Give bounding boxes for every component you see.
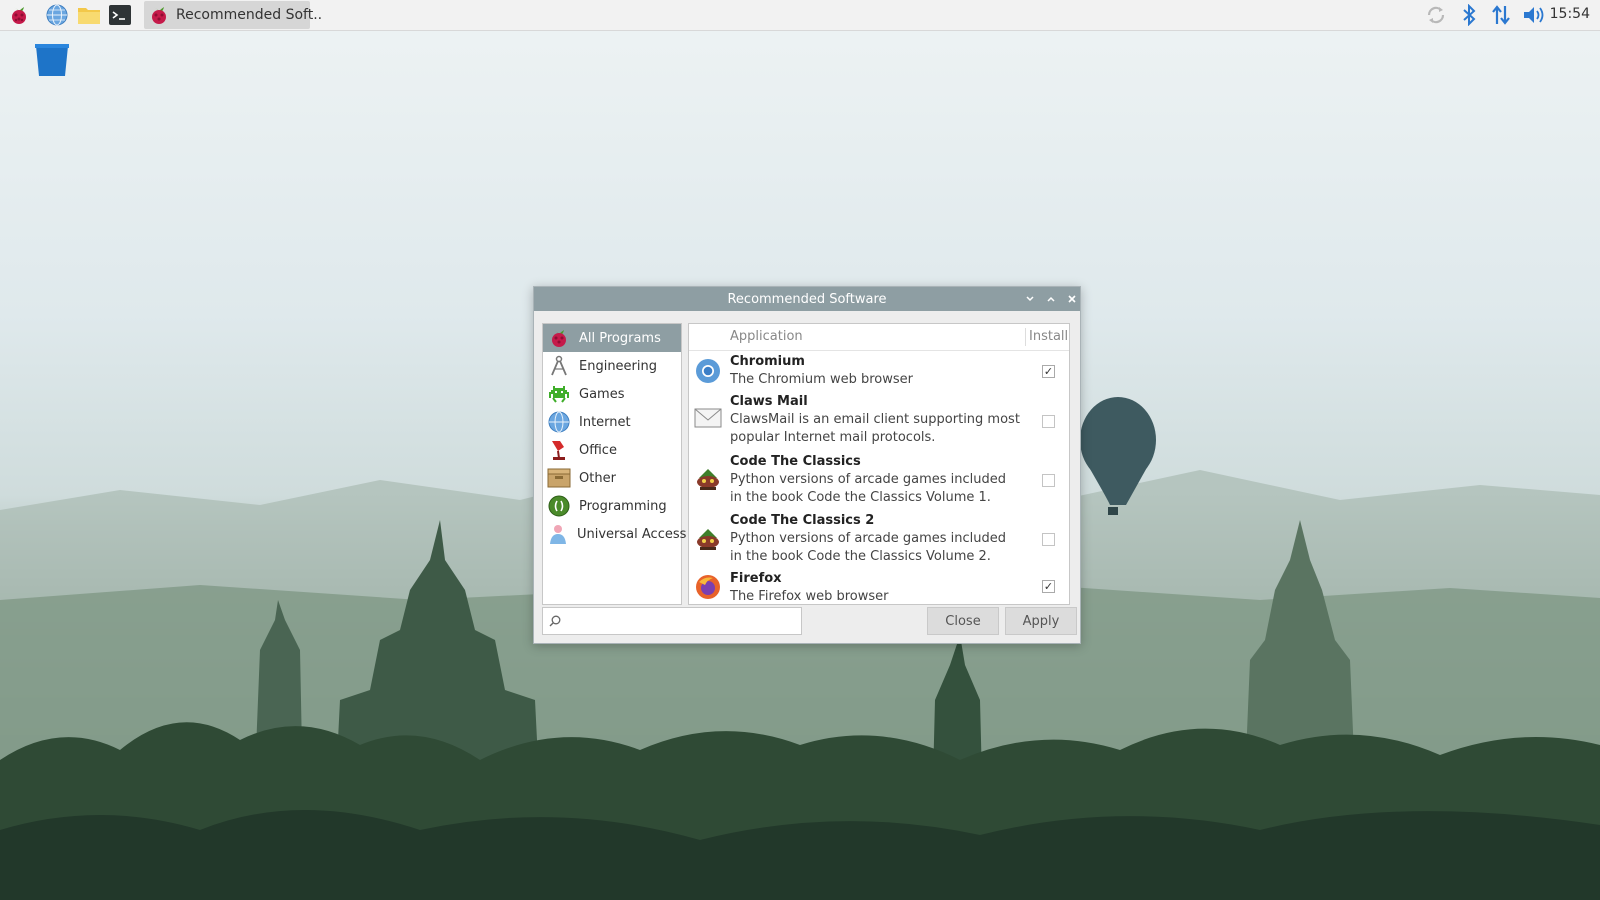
category-programming[interactable]: Programming — [543, 492, 681, 520]
search-box — [542, 607, 802, 635]
window-title: Recommended Software — [727, 291, 887, 307]
update-icon — [1427, 6, 1445, 24]
code-classics-icon — [694, 465, 722, 493]
app-name: Code The Classics — [730, 454, 861, 469]
code-classics-icon — [694, 525, 722, 553]
category-label: Office — [579, 442, 617, 458]
volume-button[interactable] — [1522, 3, 1546, 27]
category-label: Internet — [579, 414, 631, 430]
app-name: Claws Mail — [730, 394, 808, 409]
invader-icon — [547, 382, 571, 406]
folder-icon — [78, 8, 100, 24]
list-item-code-the-classics-2[interactable]: Code The Classics 2 Python versions of a… — [689, 511, 1069, 571]
close-button[interactable]: Close — [927, 607, 999, 635]
category-engineering[interactable]: Engineering — [543, 352, 681, 380]
category-universal-access[interactable]: Universal Access — [543, 520, 686, 548]
category-label: Universal Access — [577, 526, 687, 542]
application-list-header: Application Install — [689, 324, 1069, 351]
category-internet[interactable]: Internet — [543, 408, 681, 436]
programming-icon — [547, 494, 571, 518]
list-item-firefox[interactable]: Firefox The Firefox web browser ✓ — [689, 571, 1069, 604]
list-item-code-the-classics[interactable]: Code The Classics Python versions of arc… — [689, 451, 1069, 511]
chevron-down-icon — [1026, 296, 1034, 302]
taskbar-item-recommended-software[interactable]: Recommended Soft.. — [144, 1, 322, 29]
search-icon — [549, 615, 561, 627]
raspberry-icon — [148, 4, 170, 26]
recommended-software-window: Recommended Software All Programs Engine… — [533, 286, 1081, 644]
terminal-icon — [109, 5, 131, 25]
bluetooth-icon — [1463, 4, 1476, 26]
trash-icon[interactable] — [34, 42, 70, 78]
category-label: Engineering — [579, 358, 657, 374]
network-icon — [1492, 5, 1510, 25]
office-icon — [547, 438, 571, 462]
web-browser-button[interactable] — [44, 2, 70, 28]
list-item-claws-mail[interactable]: Claws Mail ClawsMail is an email client … — [689, 391, 1069, 451]
chromium-icon — [694, 357, 722, 385]
file-manager-button[interactable] — [76, 2, 102, 28]
globe-icon — [547, 410, 571, 434]
app-name: Chromium — [730, 354, 805, 369]
category-label: All Programs — [579, 330, 661, 346]
compass-icon — [547, 354, 571, 378]
close-window-button[interactable] — [1064, 291, 1080, 307]
app-description: ClawsMail is an email client supporting … — [730, 412, 1020, 445]
category-other[interactable]: Other — [543, 464, 681, 492]
globe-icon — [46, 4, 68, 26]
install-checkbox[interactable] — [1042, 415, 1055, 428]
install-checkbox[interactable] — [1042, 533, 1055, 546]
apply-button[interactable]: Apply — [1005, 607, 1077, 635]
terminal-button[interactable] — [107, 2, 133, 28]
top-panel: Recommended Soft.. 15:54 — [0, 0, 1600, 31]
application-list: Application Install Chromium The Chromiu… — [688, 323, 1070, 605]
search-input[interactable] — [565, 609, 789, 633]
app-description: Python versions of arcade games included… — [730, 472, 1007, 505]
volume-icon — [1524, 7, 1544, 23]
category-games[interactable]: Games — [543, 380, 681, 408]
app-description: The Chromium web browser — [730, 372, 913, 387]
category-office[interactable]: Office — [543, 436, 681, 464]
taskbar-item-label: Recommended Soft.. — [176, 7, 323, 23]
column-divider — [1025, 328, 1026, 346]
window-titlebar[interactable]: Recommended Software — [534, 287, 1080, 311]
app-description: The Firefox web browser — [730, 589, 889, 604]
chevron-up-icon — [1047, 296, 1055, 302]
minimize-button[interactable] — [1022, 291, 1038, 307]
category-label: Games — [579, 386, 625, 402]
install-checkbox[interactable]: ✓ — [1042, 580, 1055, 593]
category-list: All Programs Engineering Games Internet … — [542, 323, 686, 605]
network-button[interactable] — [1489, 3, 1513, 27]
app-description: Python versions of arcade games included… — [730, 531, 1007, 564]
app-name: Code The Classics 2 — [730, 513, 875, 528]
app-name: Firefox — [730, 571, 782, 586]
column-header-install[interactable]: Install — [1029, 329, 1068, 344]
category-all-programs[interactable]: All Programs — [543, 324, 681, 352]
raspberry-menu-button[interactable] — [6, 2, 32, 28]
column-header-application[interactable]: Application — [730, 329, 803, 344]
list-item-chromium[interactable]: Chromium The Chromium web browser ✓ — [689, 351, 1069, 391]
panel-clock[interactable]: 15:54 — [1550, 6, 1590, 22]
update-button[interactable] — [1424, 3, 1448, 27]
mail-icon — [694, 404, 722, 432]
install-checkbox[interactable]: ✓ — [1042, 365, 1055, 378]
maximize-button[interactable] — [1043, 291, 1059, 307]
bluetooth-button[interactable] — [1457, 3, 1481, 27]
firefox-icon — [694, 573, 722, 601]
close-icon — [1068, 295, 1076, 303]
box-icon — [547, 466, 571, 490]
category-label: Other — [579, 470, 616, 486]
person-icon — [547, 522, 569, 546]
category-label: Programming — [579, 498, 667, 514]
raspberry-icon — [547, 326, 571, 350]
raspberry-icon — [12, 7, 26, 24]
install-checkbox[interactable] — [1042, 474, 1055, 487]
